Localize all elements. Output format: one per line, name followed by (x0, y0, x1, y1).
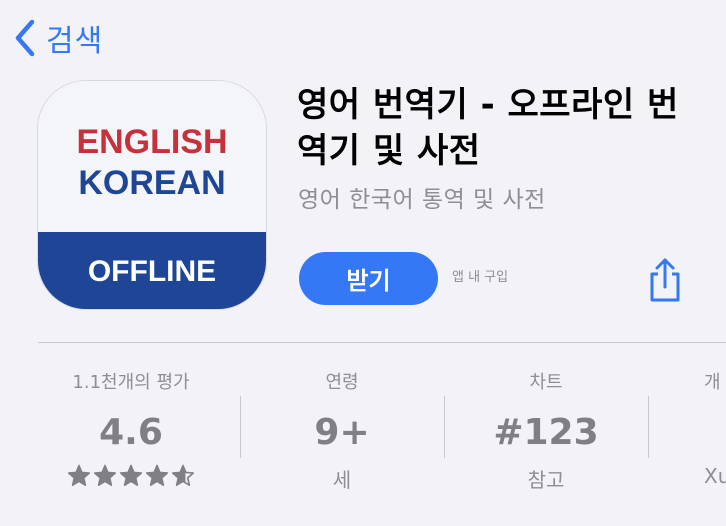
stat-chart-sub: 참고 (527, 468, 565, 492)
stat-chart-value: #123 (493, 412, 599, 453)
icon-word-korean: KOREAN (78, 164, 226, 202)
share-icon (650, 258, 680, 302)
stat-partial-sub: Xu (704, 464, 726, 488)
star-icon (67, 464, 91, 486)
star-icon (145, 464, 169, 486)
stat-ratings-value: 4.6 (99, 412, 163, 453)
share-button[interactable] (646, 257, 684, 307)
star-icon (93, 464, 117, 486)
rating-stars (40, 464, 222, 488)
stat-partial-label: 개 (704, 372, 721, 393)
section-divider (38, 342, 726, 343)
stat-age-sub: 세 (332, 468, 352, 492)
stat-age-label: 연령 (325, 372, 359, 393)
icon-word-english: ENGLISH (76, 123, 228, 161)
stat-age-value: 9+ (314, 412, 370, 453)
stat-separator (240, 396, 241, 458)
star-icon (119, 464, 143, 486)
back-label: 검색 (46, 24, 104, 59)
get-button[interactable]: 받기 (299, 252, 438, 305)
icon-word-offline: OFFLINE (87, 255, 217, 288)
stat-ratings: 1.1천개의 평가 4.6 (40, 368, 222, 488)
chevron-left-icon (15, 19, 35, 57)
stat-ratings-label: 1.1천개의 평가 (72, 372, 190, 393)
stat-chart-label: 차트 (529, 372, 563, 393)
app-subtitle: 영어 한국어 통역 및 사전 (298, 187, 546, 213)
in-app-purchase-note: 앱 내 구입 (452, 270, 509, 285)
stat-age: 연령 9+ 세 (250, 368, 434, 493)
stat-separator (648, 396, 649, 458)
stat-chart: 차트 #123 참고 (454, 368, 638, 493)
star-icon (171, 464, 195, 486)
back-button[interactable]: 검색 (14, 16, 103, 60)
stat-partial: 개 Xu (704, 368, 726, 488)
app-title: 영어 번역기 - 오프라인 번역기 및 사전 (297, 85, 679, 171)
stat-separator (444, 396, 445, 458)
